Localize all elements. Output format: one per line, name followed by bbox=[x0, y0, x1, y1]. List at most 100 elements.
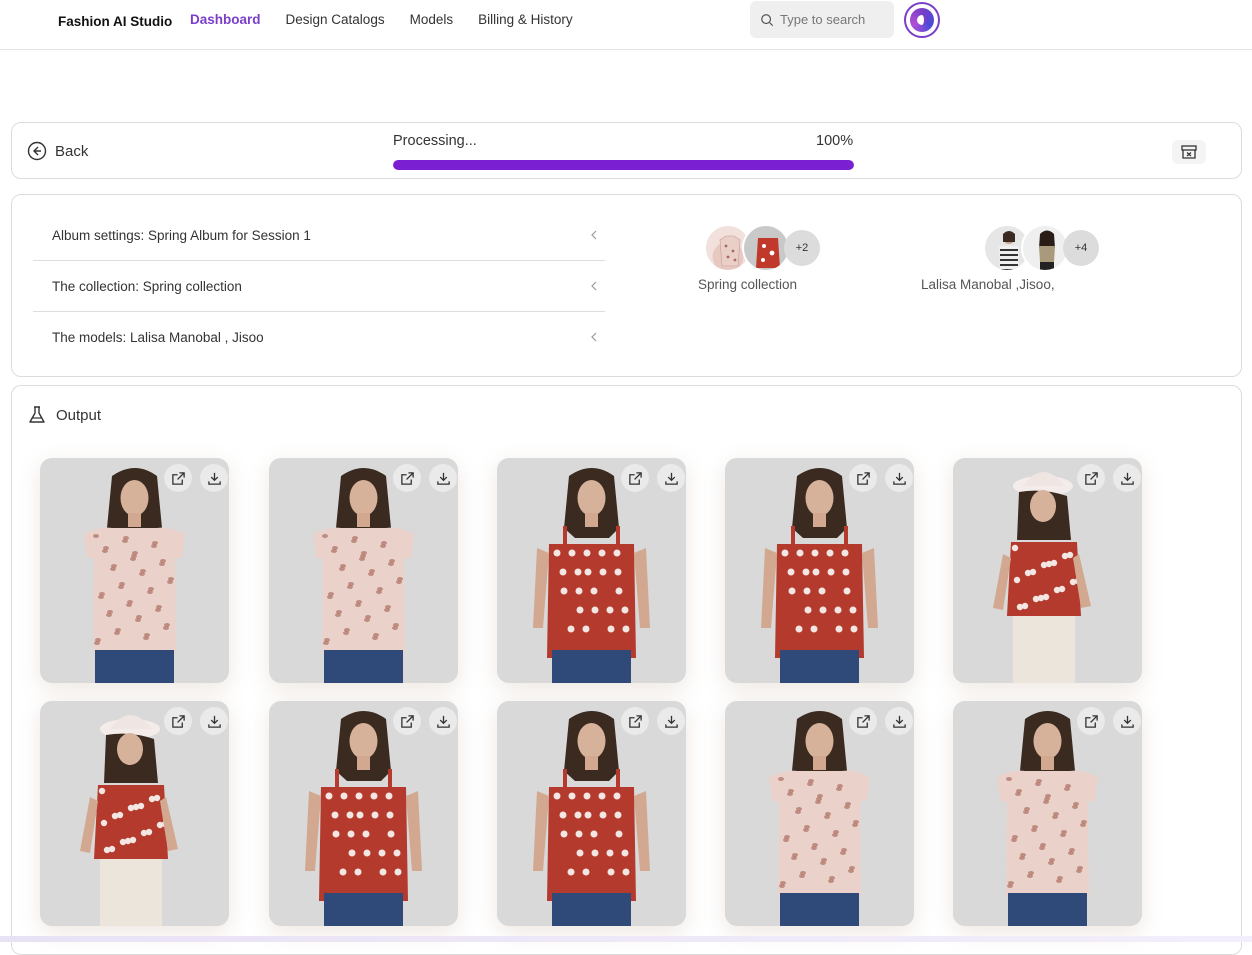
archive-button[interactable] bbox=[1172, 140, 1206, 164]
open-external-button[interactable] bbox=[164, 707, 192, 735]
download-button[interactable] bbox=[657, 464, 685, 492]
progress-bar-fill bbox=[393, 160, 854, 170]
models-row[interactable]: The models: Lalisa Manobal , Jisoo bbox=[33, 312, 605, 363]
collection-label: The collection: Spring collection bbox=[52, 278, 242, 294]
external-link-icon bbox=[171, 471, 185, 485]
open-external-button[interactable] bbox=[1077, 464, 1105, 492]
garment-thumbnail bbox=[742, 224, 790, 272]
output-image-tile[interactable] bbox=[40, 701, 229, 926]
output-image-tile[interactable] bbox=[269, 458, 458, 683]
main-nav: Dashboard Design Catalogs Models Billing… bbox=[190, 12, 573, 27]
back-label: Back bbox=[55, 142, 89, 160]
external-link-icon bbox=[171, 714, 185, 728]
model-photo bbox=[84, 468, 185, 683]
collection-thumbnails[interactable]: +2 bbox=[704, 224, 820, 272]
chevron-left-icon bbox=[591, 230, 597, 240]
flask-icon bbox=[29, 406, 45, 423]
output-image-tile[interactable] bbox=[953, 458, 1142, 683]
download-icon bbox=[664, 715, 678, 728]
model-photo bbox=[313, 468, 414, 683]
open-external-button[interactable] bbox=[849, 464, 877, 492]
chevron-left-icon bbox=[591, 332, 597, 342]
output-image-tile[interactable] bbox=[497, 458, 686, 683]
output-image-tile[interactable] bbox=[953, 701, 1142, 926]
model-photo bbox=[533, 711, 650, 926]
external-link-icon bbox=[856, 471, 870, 485]
model-photo bbox=[80, 715, 178, 926]
download-icon bbox=[207, 715, 221, 728]
open-external-button[interactable] bbox=[393, 707, 421, 735]
nav-models[interactable]: Models bbox=[410, 12, 454, 27]
download-icon bbox=[892, 715, 906, 728]
output-image-tile[interactable] bbox=[725, 458, 914, 683]
model-photo bbox=[769, 711, 870, 926]
download-icon bbox=[436, 715, 450, 728]
download-button[interactable] bbox=[885, 707, 913, 735]
open-external-button[interactable] bbox=[621, 464, 649, 492]
external-link-icon bbox=[628, 714, 642, 728]
output-image-tile[interactable] bbox=[40, 458, 229, 683]
model-photo bbox=[533, 468, 650, 683]
download-button[interactable] bbox=[657, 707, 685, 735]
open-external-button[interactable] bbox=[849, 707, 877, 735]
download-button[interactable] bbox=[1113, 707, 1141, 735]
nav-design-catalogs[interactable]: Design Catalogs bbox=[286, 12, 385, 27]
output-card: Output bbox=[11, 385, 1242, 955]
open-external-button[interactable] bbox=[621, 707, 649, 735]
download-icon bbox=[892, 472, 906, 485]
album-settings-card: Album settings: Spring Album for Session… bbox=[11, 194, 1242, 377]
model-photo bbox=[997, 711, 1098, 926]
download-button[interactable] bbox=[200, 707, 228, 735]
collection-more-count: +2 bbox=[784, 230, 820, 266]
back-button[interactable]: Back bbox=[27, 141, 88, 161]
open-external-button[interactable] bbox=[393, 464, 421, 492]
processing-status: Processing... bbox=[393, 133, 477, 149]
open-external-button[interactable] bbox=[164, 464, 192, 492]
external-link-icon bbox=[1084, 471, 1098, 485]
collection-group-label: Spring collection bbox=[698, 277, 798, 292]
output-image-tile[interactable] bbox=[725, 701, 914, 926]
bottom-strip bbox=[0, 936, 1252, 942]
brand-logo-text[interactable]: Fashion AI Studio bbox=[58, 14, 172, 29]
download-icon bbox=[436, 472, 450, 485]
search-input[interactable] bbox=[780, 12, 890, 27]
download-button[interactable] bbox=[200, 464, 228, 492]
download-button[interactable] bbox=[1113, 464, 1141, 492]
output-header: Output bbox=[27, 405, 101, 425]
search-icon bbox=[761, 13, 774, 26]
external-link-icon bbox=[628, 471, 642, 485]
download-icon bbox=[664, 472, 678, 485]
download-button[interactable] bbox=[429, 707, 457, 735]
models-group-label: Lalisa Manobal ,Jisoo, bbox=[921, 277, 1055, 292]
external-link-icon bbox=[400, 714, 414, 728]
model-thumbnails[interactable]: +4 bbox=[983, 224, 1099, 272]
processing-percent: 100% bbox=[816, 133, 854, 149]
output-image-tile[interactable] bbox=[497, 701, 686, 926]
nav-billing-history[interactable]: Billing & History bbox=[478, 12, 573, 27]
arrow-left-circle-icon bbox=[27, 141, 47, 161]
download-icon bbox=[207, 472, 221, 485]
models-more-count: +4 bbox=[1063, 230, 1099, 266]
album-settings-row[interactable]: Album settings: Spring Album for Session… bbox=[33, 210, 605, 261]
top-navbar: Fashion AI Studio Dashboard Design Catal… bbox=[0, 0, 1252, 50]
user-avatar[interactable] bbox=[904, 2, 940, 38]
search-box[interactable] bbox=[750, 1, 894, 38]
model-photo bbox=[993, 472, 1091, 683]
output-title: Output bbox=[56, 406, 102, 424]
external-link-icon bbox=[856, 714, 870, 728]
output-image-tile[interactable] bbox=[269, 701, 458, 926]
collection-row[interactable]: The collection: Spring collection bbox=[33, 261, 605, 312]
open-external-button[interactable] bbox=[1077, 707, 1105, 735]
processing-card: Back Processing... 100% bbox=[11, 122, 1242, 179]
nav-dashboard[interactable]: Dashboard bbox=[190, 12, 261, 27]
models-label: The models: Lalisa Manobal , Jisoo bbox=[52, 330, 264, 345]
download-icon bbox=[1120, 472, 1134, 485]
album-settings-label: Album settings: Spring Album for Session… bbox=[52, 227, 311, 243]
model-photo bbox=[305, 711, 422, 926]
download-button[interactable] bbox=[429, 464, 457, 492]
progress-bar bbox=[393, 160, 854, 170]
model-thumbnail bbox=[1021, 224, 1069, 272]
chevron-left-icon bbox=[591, 281, 597, 291]
model-photo bbox=[761, 468, 878, 683]
download-button[interactable] bbox=[885, 464, 913, 492]
